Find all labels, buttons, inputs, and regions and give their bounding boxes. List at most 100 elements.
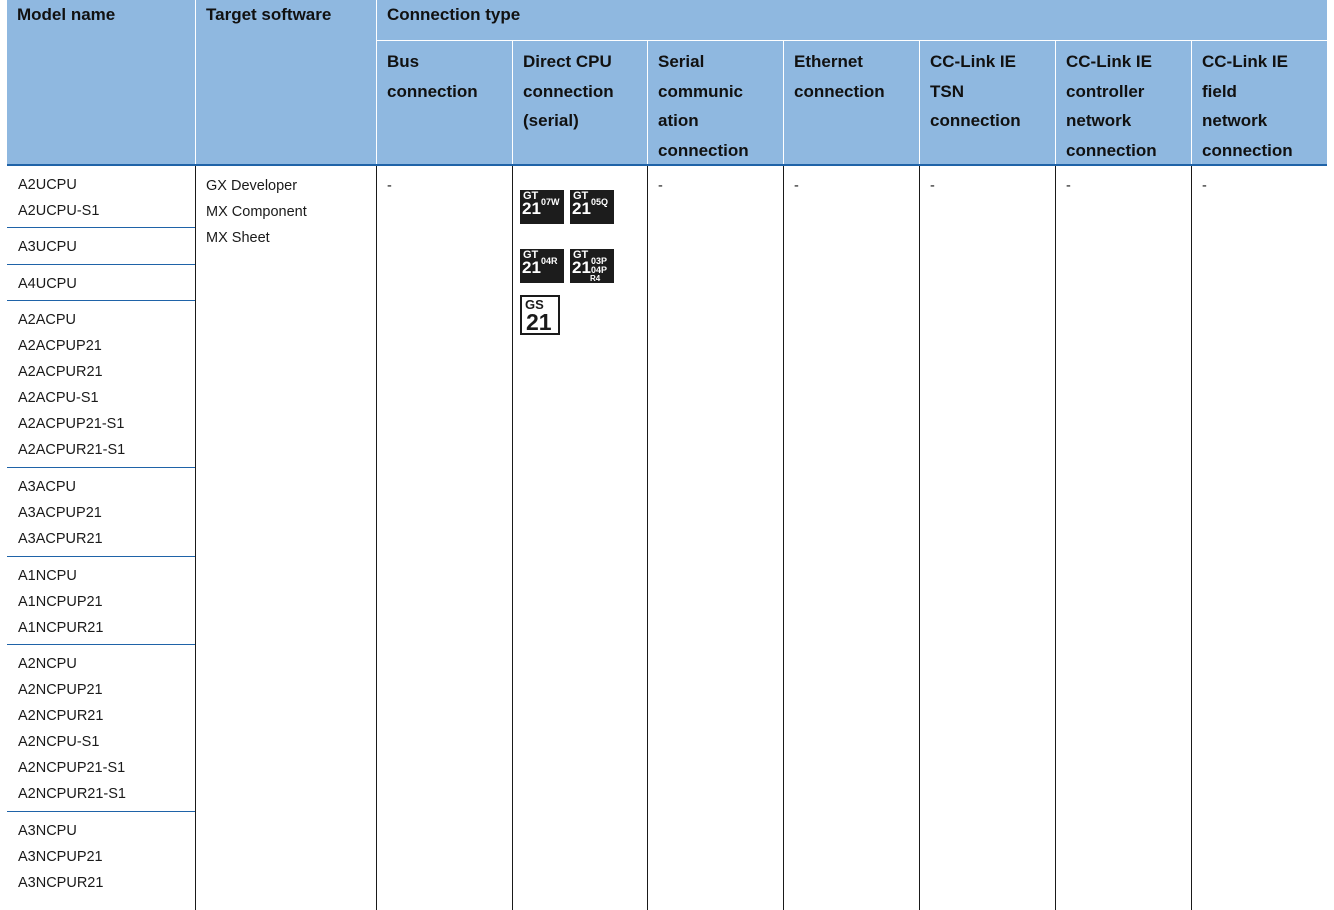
model-name: A2ACPUP21: [18, 337, 102, 354]
model-name: A2ACPUR21-S1: [18, 441, 126, 458]
model-group: A3UCPU: [18, 234, 77, 260]
cc-link-ie-controller-cell: -: [1066, 178, 1071, 194]
header-line: communic: [658, 81, 744, 101]
model-name: A1NCPUP21: [18, 593, 103, 610]
model-row-divider: [7, 264, 195, 265]
column-divider: [783, 164, 784, 910]
header-serial-communication-connection: Serial communic ation connection: [648, 47, 783, 164]
gt2105q-badge-icon: GT 21 05Q: [570, 190, 614, 224]
model-name: A2NCPUP21-S1: [18, 760, 126, 777]
header-separator: [1055, 41, 1056, 164]
header-separator: [647, 41, 648, 164]
model-name: A2NCPUR21: [18, 708, 104, 725]
model-row-divider: [7, 300, 195, 301]
header-line: (serial): [523, 111, 579, 130]
gt2107w-badge-icon: GT 21 07W: [520, 190, 564, 224]
gt2103p-04p-r4-badge-icon: GT 21 03P 04P R4: [570, 249, 614, 283]
header-cc-link-ie-controller-connection: CC-Link IE controller network connection: [1056, 47, 1191, 164]
column-divider: [1055, 164, 1056, 910]
model-group: A4UCPU: [18, 271, 77, 297]
model-name: A2ACPU: [18, 311, 77, 328]
model-group: A3NCPU A3NCPUP21 A3NCPUR21: [18, 818, 103, 896]
model-name: A2NCPU-S1: [18, 734, 100, 751]
header-line: network: [1202, 111, 1268, 130]
model-row-divider: [7, 227, 195, 228]
model-name: A3ACPUR21: [18, 531, 103, 547]
column-divider: [195, 164, 196, 910]
header-direct-cpu-connection: Direct CPU connection (serial): [513, 47, 647, 164]
model-name: A3NCPU: [18, 823, 77, 840]
model-name: A2ACPUR21: [18, 363, 103, 380]
model-name: A2ACPUP21-S1: [18, 415, 125, 432]
header-line: Serial: [658, 52, 705, 71]
model-name: A1NCPUR21: [18, 619, 104, 636]
cc-link-ie-field-cell: -: [1202, 178, 1207, 194]
model-row-divider: [7, 556, 195, 557]
model-name: A3NCPUP21: [18, 849, 103, 866]
header-line: TSN: [930, 81, 964, 101]
header-line: connection: [1202, 140, 1293, 160]
header-bottom-rule: [7, 164, 1327, 166]
header-separator: [512, 41, 513, 164]
header-line: connection: [658, 140, 749, 160]
model-row-divider: [7, 467, 195, 468]
model-name: A3NCPUR21: [18, 875, 104, 892]
header-target-software: Target software: [196, 0, 376, 164]
model-name: A3UCPU: [18, 239, 77, 256]
model-group: A1NCPU A1NCPUP21 A1NCPUR21: [18, 563, 103, 641]
column-divider: [1191, 164, 1192, 910]
header-line: ation: [658, 111, 699, 130]
header-separator: [919, 41, 920, 164]
column-divider: [647, 164, 648, 910]
header-bus-connection: Bus connection: [377, 47, 512, 164]
header-separator: [377, 40, 1327, 41]
model-name: A1NCPU: [18, 567, 77, 584]
header-cc-link-ie-tsn-connection: CC-Link IE TSN connection: [920, 47, 1055, 164]
model-name: A2ACPU-S1: [18, 389, 99, 406]
header-line: Bus: [387, 52, 420, 71]
header-separator: [1191, 41, 1192, 164]
header-line: Ethernet: [794, 52, 863, 71]
model-row-divider: [7, 811, 195, 812]
header-line: connection: [523, 81, 614, 101]
header-separator: [783, 41, 784, 164]
model-name: A2NCPUP21: [18, 682, 103, 699]
ethernet-connection-cell: -: [794, 178, 799, 194]
gs21-badge-icon: GS 21: [520, 295, 560, 335]
model-name: A3ACPUP21: [18, 505, 102, 521]
header-model-name: Model name: [7, 0, 195, 164]
bus-connection-cell: -: [387, 178, 392, 194]
gt2104r-badge-icon: GT 21 04R: [520, 249, 564, 283]
header-cc-link-ie-field-connection: CC-Link IE field network connection: [1192, 47, 1327, 164]
model-name: A2NCPU: [18, 656, 77, 673]
header-line: connection: [794, 81, 885, 101]
column-divider: [376, 164, 377, 910]
model-group: A2NCPU A2NCPUP21 A2NCPUR21 A2NCPU-S1 A2NCPUP…: [18, 651, 126, 807]
header-ethernet-connection: Ethernet connection: [784, 47, 919, 164]
header-line: CC-Link IE: [930, 52, 1016, 71]
model-name: A3ACPU: [18, 479, 77, 495]
header-line: connection: [930, 111, 1021, 130]
column-divider: [919, 164, 920, 910]
model-group: A2ACPU A2ACPUP21 A2ACPUR21 A2ACPU-S1 A2ACPUP…: [18, 307, 125, 463]
header-line: network: [1066, 111, 1132, 130]
header-line: CC-Link IE: [1066, 52, 1152, 71]
serial-communication-cell: -: [658, 178, 663, 194]
model-name: A2NCPUR21-S1: [18, 786, 126, 803]
column-divider: [512, 164, 513, 910]
model-name: A2UCPU-S1: [18, 203, 100, 219]
header-line: connection: [1066, 140, 1157, 160]
model-row-divider: [7, 644, 195, 645]
header-line: field: [1202, 81, 1237, 101]
model-name: A2UCPU: [18, 177, 77, 193]
header-line: Direct CPU: [523, 52, 612, 71]
target-software-cell: GX Developer MX Component MX Sheet: [206, 178, 307, 246]
header-line: connection: [387, 81, 478, 101]
header-separator: [195, 0, 196, 164]
cc-link-ie-tsn-cell: -: [930, 178, 935, 194]
header-line: controller: [1066, 81, 1145, 101]
model-name: A4UCPU: [18, 275, 77, 292]
model-group: A3ACPU A3ACPUP21 A3ACPUR21: [18, 474, 103, 552]
model-group: A2UCPU A2UCPU-S1: [18, 172, 99, 224]
header-line: CC-Link IE: [1202, 52, 1288, 71]
